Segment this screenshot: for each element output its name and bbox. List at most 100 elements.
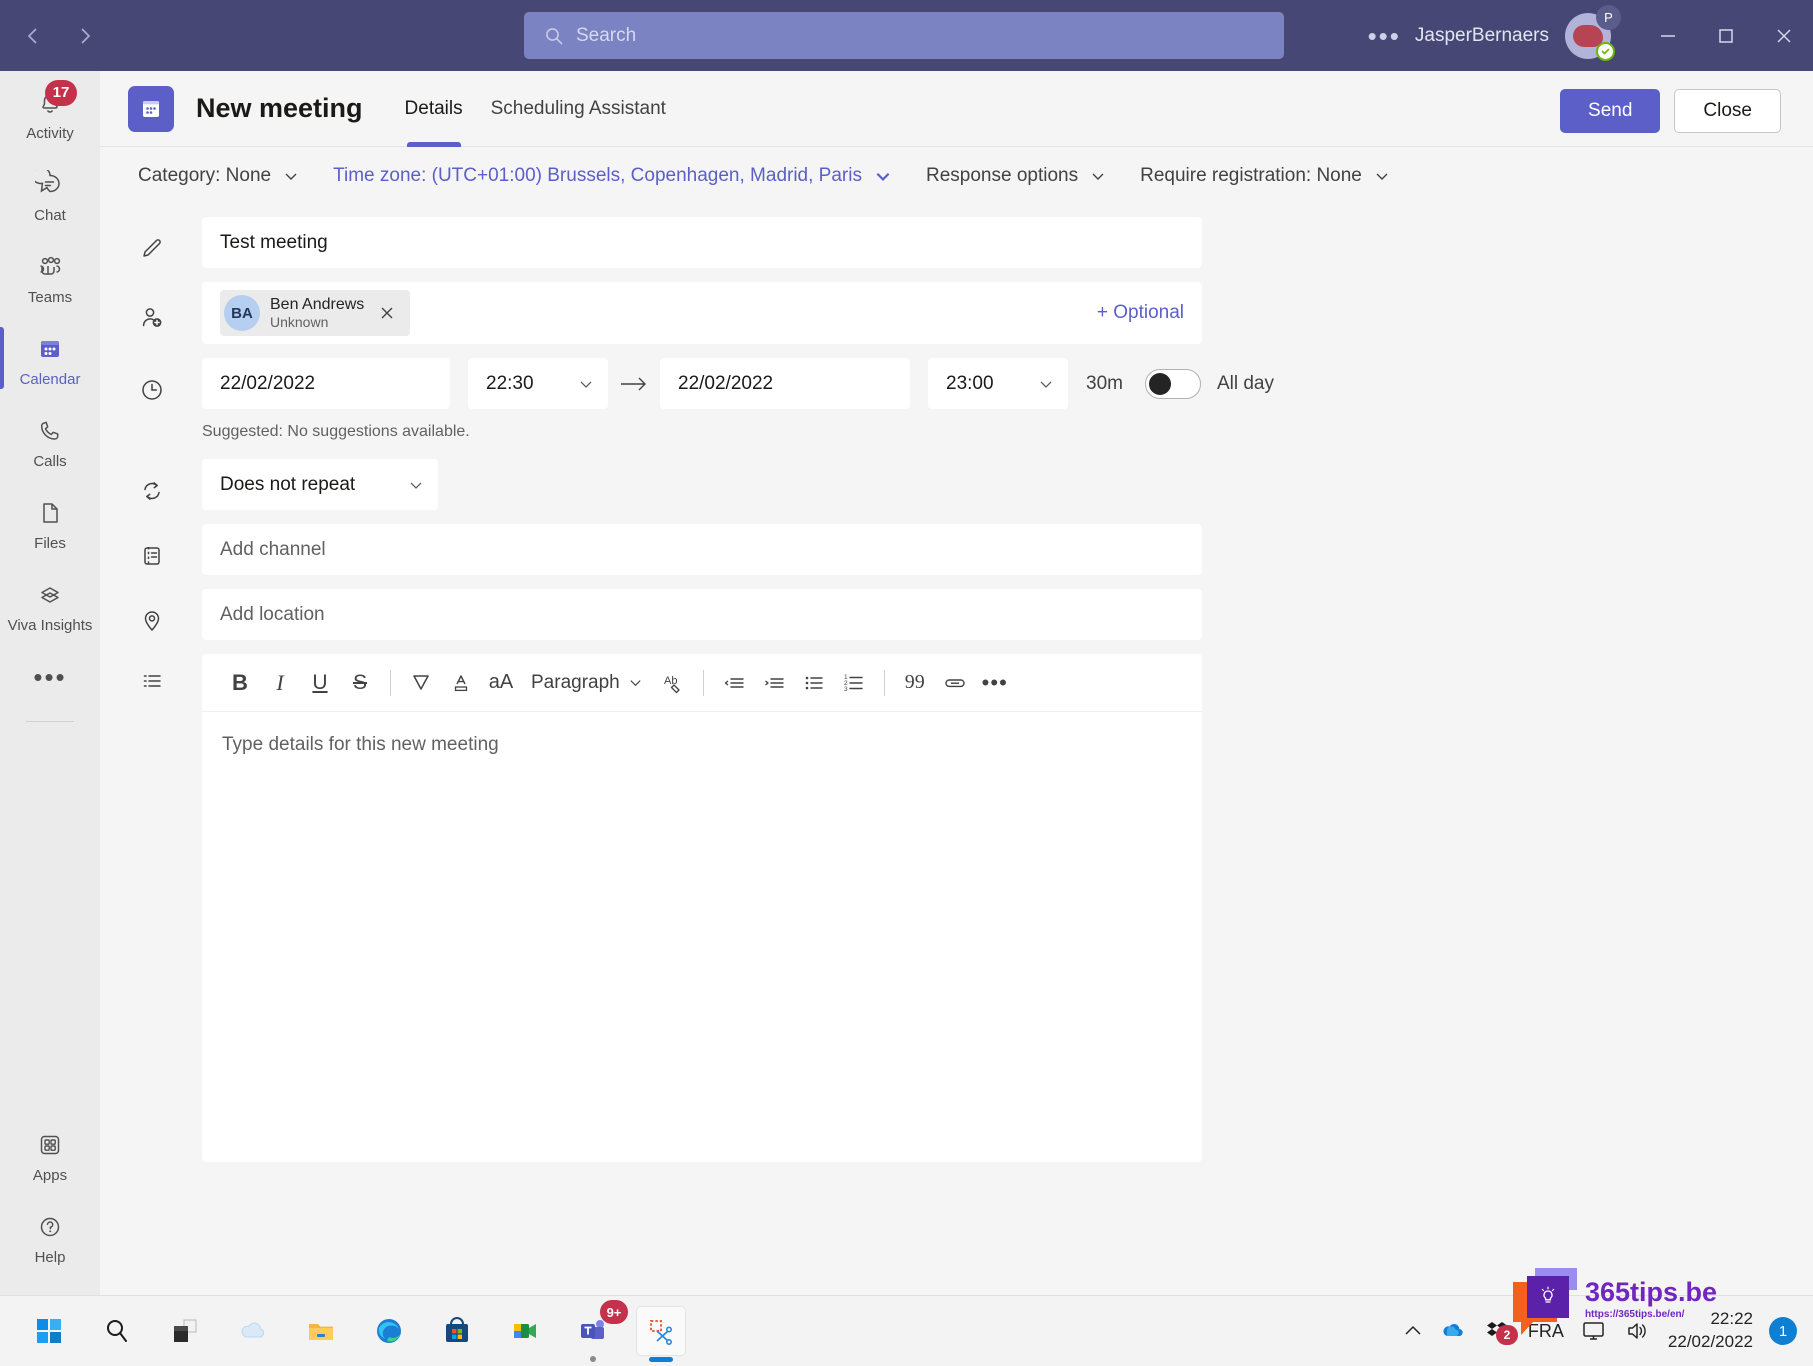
strikethrough-button[interactable]: S <box>340 663 380 703</box>
close-meeting-button[interactable]: Close <box>1674 89 1781 133</box>
add-location-input[interactable]: Add location <box>202 589 1202 640</box>
chat-icon <box>35 166 65 204</box>
taskbar-search-icon[interactable] <box>92 1306 142 1356</box>
sidebar-item-label: Apps <box>32 1166 68 1184</box>
activity-badge: 17 <box>45 79 77 106</box>
response-options-dropdown[interactable]: Response options <box>926 165 1106 187</box>
title-row: Test meeting <box>100 217 1813 268</box>
details-editor: B I U S aA Paragraph Ab 1 2 3 99 ••• Typ… <box>202 654 1202 1162</box>
timezone-dropdown[interactable]: Time zone: (UTC+01:00) Brussels, Copenha… <box>333 165 892 187</box>
details-icon <box>138 654 202 696</box>
sidebar-item-help[interactable]: Help <box>0 1195 100 1277</box>
microsoft-store-icon[interactable] <box>432 1306 482 1356</box>
titlebar-right: ••• JasperBernaers P <box>1354 0 1813 71</box>
toolbar-divider <box>702 669 704 696</box>
all-day-toggle[interactable] <box>1144 368 1201 399</box>
decrease-indent-icon[interactable] <box>714 663 754 703</box>
underline-button[interactable]: U <box>300 663 340 703</box>
paragraph-style-label: Paragraph <box>531 671 620 693</box>
tab-scheduling-assistant[interactable]: Scheduling Assistant <box>477 71 680 147</box>
require-registration-dropdown[interactable]: Require registration: None <box>1140 165 1390 187</box>
task-view-icon[interactable] <box>160 1306 210 1356</box>
start-date-input[interactable]: 22/02/2022 <box>202 358 450 409</box>
snipping-tool-icon[interactable] <box>636 1306 686 1362</box>
sidebar-item-calls[interactable]: Calls <box>0 399 100 481</box>
meeting-title-input[interactable]: Test meeting <box>202 217 1202 268</box>
sidebar-item-chat[interactable]: Chat <box>0 153 100 235</box>
titlebar-more-button[interactable]: ••• <box>1354 23 1415 49</box>
lightbulb-icon <box>1512 1268 1577 1335</box>
repeat-select[interactable]: Does not repeat <box>202 459 438 510</box>
onedrive-tray-icon[interactable] <box>1440 1317 1468 1345</box>
google-meet-icon[interactable] <box>500 1306 550 1356</box>
highlight-icon[interactable] <box>401 663 441 703</box>
details-body-input[interactable]: Type details for this new meeting <box>202 712 1202 1162</box>
quote-button[interactable]: 99 <box>895 663 935 703</box>
sidebar-divider <box>26 721 74 722</box>
bulleted-list-icon[interactable] <box>794 663 834 703</box>
location-icon <box>138 589 202 635</box>
start-time-select[interactable]: 22:30 <box>468 358 608 409</box>
font-size-button[interactable]: aA <box>481 663 521 703</box>
bold-button[interactable]: B <box>220 663 260 703</box>
sidebar-item-files[interactable]: Files <box>0 481 100 563</box>
start-button[interactable] <box>24 1306 74 1356</box>
chevron-up-icon[interactable] <box>1402 1320 1424 1342</box>
end-time-select[interactable]: 23:00 <box>928 358 1068 409</box>
sidebar-item-apps[interactable]: Apps <box>0 1113 100 1195</box>
microsoft-teams-icon[interactable]: 9+ <box>568 1300 628 1362</box>
toolbar-divider <box>883 669 885 696</box>
onedrive-icon[interactable] <box>228 1306 278 1356</box>
chevron-down-icon <box>283 168 299 184</box>
repeat-row: Does not repeat <box>100 459 1813 510</box>
minimize-button[interactable] <box>1639 0 1697 71</box>
search-input[interactable]: Search <box>524 12 1284 59</box>
chevron-down-icon <box>1090 168 1106 184</box>
response-options-label: Response options <box>925 165 1079 186</box>
add-optional-button[interactable]: + Optional <box>1097 302 1184 324</box>
editor-more-button[interactable]: ••• <box>975 663 1015 703</box>
notification-badge[interactable]: 1 <box>1769 1317 1797 1345</box>
end-date-input[interactable]: 22/02/2022 <box>660 358 910 409</box>
tab-details[interactable]: Details <box>391 71 477 147</box>
attendee-chip[interactable]: BA Ben Andrews Unknown <box>220 290 411 336</box>
avatar[interactable]: P <box>1565 4 1621 61</box>
file-explorer-icon[interactable] <box>296 1306 346 1356</box>
category-dropdown[interactable]: Category: None <box>138 165 299 187</box>
italic-button[interactable]: I <box>260 663 300 703</box>
sidebar-item-calendar[interactable]: Calendar <box>0 317 100 399</box>
sidebar-item-label: Calendar <box>19 370 81 388</box>
font-color-icon[interactable] <box>441 663 481 703</box>
sidebar-more-button[interactable]: ••• <box>0 645 100 709</box>
presence-badge: P <box>1596 4 1621 30</box>
clear-formatting-icon[interactable]: Ab <box>653 663 693 703</box>
restore-button[interactable] <box>1697 0 1755 71</box>
microsoft-edge-icon[interactable] <box>364 1306 414 1356</box>
sidebar-item-viva-insights[interactable]: Viva Insights <box>0 563 100 645</box>
close-button[interactable] <box>1755 0 1813 71</box>
svg-text:Ab: Ab <box>664 675 677 687</box>
sidebar-item-label: Calls <box>33 452 67 470</box>
navigation-arrows <box>18 21 100 51</box>
datetime-row: 22/02/2022 22:30 22/02/2022 23:00 30m Al… <box>100 358 1813 441</box>
add-channel-input[interactable]: Add channel <box>202 524 1202 575</box>
datetime-controls: 22/02/2022 22:30 22/02/2022 23:00 30m Al… <box>202 358 1302 409</box>
sidebar-bottom-group: Apps Help <box>0 1113 100 1295</box>
attendees-field[interactable]: BA Ben Andrews Unknown + Optional <box>202 282 1202 344</box>
paragraph-style-select[interactable]: Paragraph <box>521 663 653 703</box>
back-button[interactable] <box>18 21 48 51</box>
numbered-list-icon[interactable]: 123 <box>834 663 874 703</box>
details-row: B I U S aA Paragraph Ab 1 2 3 99 ••• Typ… <box>100 654 1813 1162</box>
forward-button[interactable] <box>70 21 100 51</box>
sidebar-item-teams[interactable]: Teams <box>0 235 100 317</box>
dropbox-tray-icon[interactable]: 2 <box>1484 1317 1518 1345</box>
calendar-icon <box>128 85 174 132</box>
increase-indent-icon[interactable] <box>754 663 794 703</box>
phone-icon <box>35 412 65 450</box>
user-name-label[interactable]: JasperBernaers <box>1415 25 1549 47</box>
send-button[interactable]: Send <box>1560 89 1661 133</box>
chevron-down-icon <box>874 167 892 185</box>
link-icon[interactable] <box>935 663 975 703</box>
close-icon[interactable] <box>374 304 400 322</box>
sidebar-item-activity[interactable]: 17 Activity <box>0 71 100 153</box>
